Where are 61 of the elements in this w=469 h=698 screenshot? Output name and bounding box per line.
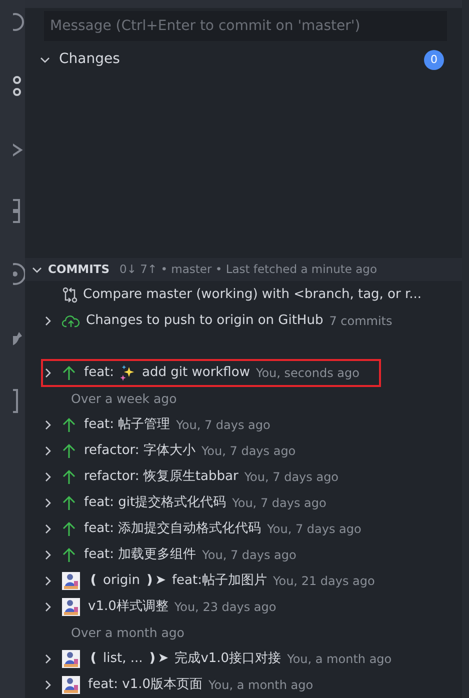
branch-refs: ❪ list, ... ❫➤ [88,650,169,668]
arrow-up-icon [62,443,76,459]
commit-meta: You, a month ago [208,677,314,694]
arrow-up-icon [62,547,76,563]
commit-message[interactable]: v1.0样式调整 [88,597,168,617]
commit-row[interactable]: feat: add git workflow You, seconds ago [42,360,380,386]
avatar-icon [62,572,80,590]
commit-row[interactable]: v1.0样式调整 You, 23 days ago [25,594,462,620]
arrow-up-icon [62,469,76,485]
arrow-up-icon [62,365,76,381]
arrow-up-icon [62,495,76,511]
group-label: Over a week ago [70,390,177,408]
commit-message[interactable]: add git workflow [142,363,250,383]
push-label[interactable]: Changes to push to origin on GitHub [86,311,324,331]
commit-row[interactable]: ❪ list, ... ❫➤ 完成v1.0接口对接 You, a month ago [25,646,462,672]
avatar-icon [62,598,80,616]
commit-row[interactable]: refactor: 字体大小 You, 7 days ago [25,438,462,464]
commit-message[interactable]: refactor: 恢复原生tabbar [84,467,238,487]
cloud-upload-icon [62,314,80,328]
arrow-up-icon [62,521,76,537]
commit-meta: You, 21 days ago [273,573,375,590]
commit-meta: You, a month ago [287,651,392,668]
commit-message[interactable]: feat: 添加提交自动格式化代码 [84,519,262,539]
count-badge: 0 [424,50,444,70]
commit-message[interactable]: feat:帖子加图片 [172,571,267,591]
sparkles-icon [120,365,136,381]
branch-refs: ❪ origin ❫➤ [88,572,166,590]
compare-icon [62,287,78,303]
commit-meta: You, 7 days ago [267,521,362,538]
avatar-icon [62,676,80,694]
commit-row[interactable]: feat: 添加提交自动格式化代码 You, 7 days ago [25,516,462,542]
commit-meta: You, 7 days ago [202,547,296,564]
group-label: Over a month ago [70,624,184,642]
commit-message-field[interactable]: Message (Ctrl+Enter to commit on 'master') [44,11,447,42]
commit-meta: You, 7 days ago [201,443,296,460]
changes-label[interactable]: Changes [59,49,120,70]
section-title: COMMITS [48,260,110,278]
compare-label[interactable]: Compare master (working) with <branch, tag, or r... [83,285,422,305]
commit-row[interactable]: feat: 帖子管理 You, 7 days ago [25,412,462,438]
commit-message[interactable]: 完成v1.0接口对接 [174,649,282,669]
commit-meta: You, 23 days ago [174,599,276,616]
commit-row[interactable]: feat: git提交格式化代码 You, 7 days ago [25,490,462,516]
commit-message[interactable]: refactor: 字体大小 [84,441,196,461]
commit-row[interactable]: feat: v1.0版本页面 You, a month ago [25,672,462,698]
commit-row[interactable]: feat: 加载更多组件 You, 7 days ago [25,542,462,568]
commit-row[interactable]: ❪ origin ❫➤ feat:帖子加图片 You, 21 days ago [25,568,462,594]
avatar-icon [62,650,80,668]
section-header[interactable]: COMMITS 0↓ 7↑ • master • Last fetched a minute ago [25,258,462,281]
commit-row[interactable]: refactor: 恢复原生tabbar You, 7 days ago [25,464,462,490]
arrow-up-icon [62,417,76,433]
section-summary: 0↓ 7↑ • master • Last fetched a minute ago [120,260,378,278]
commit-meta: You, seconds ago [256,365,360,382]
commit-message[interactable]: feat: 加载更多组件 [84,545,196,565]
commit-meta: You, 7 days ago [176,417,270,434]
commit-count: 7 commits [329,313,392,330]
commit-meta: You, 7 days ago [244,469,339,486]
commit-message[interactable]: feat: [84,363,114,383]
commit-message[interactable]: feat: v1.0版本页面 [88,675,203,695]
commit-message[interactable]: feat: 帖子管理 [84,415,170,435]
commit-message[interactable]: feat: git提交格式化代码 [84,493,226,513]
commit-meta: You, 7 days ago [232,495,326,512]
